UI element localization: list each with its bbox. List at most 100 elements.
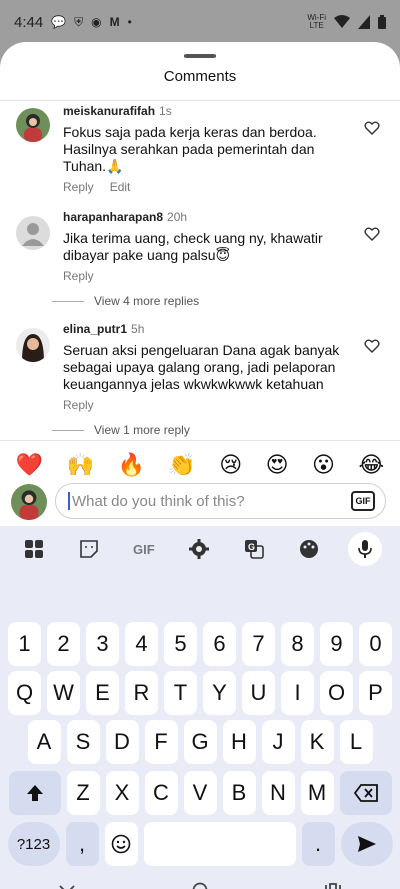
key-l[interactable]: L xyxy=(339,720,373,764)
number-row: 1 2 3 4 5 6 7 8 9 0 xyxy=(0,622,400,666)
edit-button[interactable]: Edit xyxy=(110,180,131,194)
key-p[interactable]: P xyxy=(359,671,392,715)
key-x[interactable]: X xyxy=(105,771,139,815)
avatar[interactable] xyxy=(16,328,50,362)
comment-text: Jika terima uang, check uang ny, khawati… xyxy=(63,230,323,263)
current-user-avatar xyxy=(11,484,47,520)
key-v[interactable]: V xyxy=(183,771,217,815)
shift-icon xyxy=(26,785,43,801)
reply-button[interactable]: Reply xyxy=(63,180,94,194)
comment-input[interactable] xyxy=(72,492,351,510)
nav-home-icon[interactable] xyxy=(192,882,208,889)
keyboard: GIF G 1 2 3 4 5 6 7 8 9 0 Q W E R T Y U … xyxy=(0,526,400,889)
send-icon xyxy=(357,836,376,852)
gif-button[interactable]: GIF xyxy=(351,491,375,511)
key-3[interactable]: 3 xyxy=(86,622,119,666)
comment-composer: GIF xyxy=(0,482,400,522)
comment-text: Seruan aksi pengeluaran Dana agak banyak… xyxy=(63,342,340,392)
key-q[interactable]: Q xyxy=(8,671,41,715)
key-u[interactable]: U xyxy=(242,671,275,715)
period-key[interactable]: . xyxy=(301,822,335,866)
sheet-title: Comments xyxy=(163,68,237,85)
comment-time: 1s xyxy=(159,104,172,118)
view-replies-button[interactable]: View 4 more replies xyxy=(52,294,199,308)
symbols-key[interactable]: ?123 xyxy=(7,822,60,866)
mic-icon[interactable] xyxy=(348,532,383,566)
key-i[interactable]: I xyxy=(281,671,314,715)
reply-button[interactable]: Reply xyxy=(63,398,94,412)
emoji-icon xyxy=(111,834,131,854)
key-m[interactable]: M xyxy=(300,771,334,815)
send-key[interactable] xyxy=(340,822,393,866)
key-c[interactable]: C xyxy=(144,771,178,815)
emoji-surprised[interactable]: 😮 xyxy=(312,452,335,478)
key-f[interactable]: F xyxy=(144,720,178,764)
key-5[interactable]: 5 xyxy=(164,622,197,666)
replies-line xyxy=(52,429,84,431)
emoji-heart[interactable]: ❤️ xyxy=(16,452,43,478)
key-g[interactable]: G xyxy=(183,720,217,764)
key-0[interactable]: 0 xyxy=(359,622,392,666)
key-e[interactable]: E xyxy=(86,671,119,715)
backspace-key[interactable] xyxy=(339,771,392,815)
key-1[interactable]: 1 xyxy=(8,622,41,666)
key-j[interactable]: J xyxy=(261,720,295,764)
drag-handle[interactable] xyxy=(184,54,216,58)
key-6[interactable]: 6 xyxy=(203,622,236,666)
emoji-reaction-bar: ❤️ 🙌 🔥 👏 😢 😍 😮 😂 xyxy=(0,450,400,480)
heart-outline-icon[interactable] xyxy=(364,338,380,354)
grid-icon[interactable] xyxy=(18,533,50,565)
keyboard-toolbar: GIF G xyxy=(0,526,400,572)
emoji-clap[interactable]: 👏 xyxy=(168,452,195,478)
key-t[interactable]: T xyxy=(164,671,197,715)
key-w[interactable]: W xyxy=(47,671,80,715)
comment-time: 20h xyxy=(167,210,188,224)
palette-icon[interactable] xyxy=(293,533,325,565)
key-2[interactable]: 2 xyxy=(47,622,80,666)
heart-outline-icon[interactable] xyxy=(364,120,380,136)
emoji-raised-hands[interactable]: 🙌 xyxy=(67,452,94,478)
key-k[interactable]: K xyxy=(300,720,334,764)
key-7[interactable]: 7 xyxy=(242,622,275,666)
emoji-heart-eyes[interactable]: 😍 xyxy=(266,452,289,478)
shift-key[interactable] xyxy=(8,771,61,815)
key-s[interactable]: S xyxy=(66,720,100,764)
gif-tool-icon[interactable]: GIF xyxy=(128,533,160,565)
nav-back-icon[interactable] xyxy=(59,885,75,889)
key-r[interactable]: R xyxy=(125,671,158,715)
key-4[interactable]: 4 xyxy=(125,622,158,666)
key-b[interactable]: B xyxy=(222,771,256,815)
avatar[interactable] xyxy=(16,216,50,250)
emoji-crying[interactable]: 😢 xyxy=(219,452,242,478)
key-8[interactable]: 8 xyxy=(281,622,314,666)
title-divider xyxy=(0,100,400,101)
key-n[interactable]: N xyxy=(261,771,295,815)
key-h[interactable]: H xyxy=(222,720,256,764)
emoji-fire[interactable]: 🔥 xyxy=(117,452,144,478)
status-bar: 4:44 💬 ⛨ ◉ M • Wi-Fi LTE xyxy=(0,0,400,44)
nav-recents-icon[interactable] xyxy=(325,882,342,889)
comment-username[interactable]: meiskanurafifah xyxy=(63,104,155,118)
comment-username[interactable]: elina_putr1 xyxy=(63,322,127,336)
comment-username[interactable]: harapanharapan8 xyxy=(63,210,163,224)
key-y[interactable]: Y xyxy=(203,671,236,715)
comments-sheet: Comments meiskanurafifah 1s Fokus saja pa… xyxy=(0,42,400,889)
comment-input-container[interactable]: GIF xyxy=(55,483,386,519)
emoji-laughing[interactable]: 😂 xyxy=(358,452,384,478)
view-replies-button[interactable]: View 1 more reply xyxy=(52,423,190,437)
key-o[interactable]: O xyxy=(320,671,353,715)
translate-icon[interactable]: G xyxy=(238,533,270,565)
comma-key[interactable]: , xyxy=(65,822,99,866)
space-key[interactable] xyxy=(143,822,296,866)
comment-text: Fokus saja pada kerja keras dan berdoa. … xyxy=(63,124,317,174)
key-z[interactable]: Z xyxy=(66,771,100,815)
key-9[interactable]: 9 xyxy=(320,622,353,666)
sticker-icon[interactable] xyxy=(73,533,105,565)
settings-icon[interactable] xyxy=(183,533,215,565)
key-a[interactable]: A xyxy=(27,720,61,764)
emoji-key[interactable] xyxy=(104,822,138,866)
heart-outline-icon[interactable] xyxy=(364,226,380,242)
avatar[interactable] xyxy=(16,108,50,142)
key-d[interactable]: D xyxy=(105,720,139,764)
reply-button[interactable]: Reply xyxy=(63,269,94,283)
